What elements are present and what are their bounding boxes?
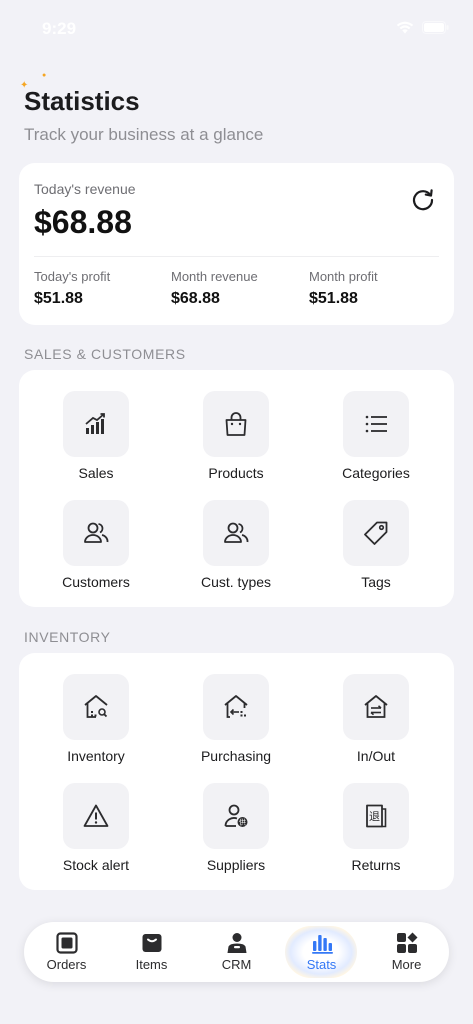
sparkle-icon: ●: [42, 72, 47, 79]
status-icons: [396, 21, 449, 34]
supplier-icon: 供: [224, 804, 248, 827]
tile-in-out[interactable]: In/Out: [306, 674, 446, 774]
tile-icon-box: [203, 391, 269, 457]
tile-icon-box: 供: [203, 783, 269, 849]
metric-label: Month revenue: [171, 269, 258, 284]
tile-returns[interactable]: 退 Returns: [306, 783, 446, 883]
battery-icon: [422, 21, 449, 34]
page-subtitle: Track your business at a glance: [24, 125, 264, 144]
svg-text:退: 退: [369, 810, 380, 823]
more-icon: [397, 932, 418, 953]
people-icon: [84, 522, 109, 543]
tile-cust-types[interactable]: Cust. types: [166, 500, 306, 600]
list-icon: [365, 415, 387, 433]
tile-suppliers[interactable]: 供 Suppliers: [166, 783, 306, 883]
tile-stock-alert[interactable]: Stock alert: [26, 783, 166, 883]
tab-label: More: [391, 957, 422, 972]
tab-orders[interactable]: Orders: [24, 922, 109, 982]
metric-month-profit: Month profit $51.88: [309, 269, 378, 308]
metric-value: $68.88: [171, 290, 220, 307]
tag-icon: [364, 521, 388, 545]
tile-icon-box: [343, 674, 409, 740]
stats-icon: [312, 935, 333, 954]
sales-card: Sales Products Categories Customers Cust…: [19, 370, 454, 607]
tile-icon-box: [63, 500, 129, 566]
tile-label: Suppliers: [206, 857, 266, 873]
metric-label: Today's profit: [34, 269, 111, 284]
revenue-card: Today's revenue $68.88 Today's profit $5…: [19, 163, 454, 325]
tile-icon-box: [343, 391, 409, 457]
tile-label: Cust. types: [200, 574, 272, 590]
tile-sales[interactable]: Sales: [26, 391, 166, 491]
tile-label: In/Out: [356, 748, 396, 764]
tile-label: Tags: [361, 574, 391, 590]
divider: [34, 256, 439, 257]
tile-icon-box: [63, 391, 129, 457]
tab-more[interactable]: More: [364, 922, 449, 982]
orders-icon: [56, 932, 78, 954]
tile-label: Categories: [342, 465, 410, 481]
svg-text:供: 供: [239, 818, 246, 827]
tile-icon-box: [343, 500, 409, 566]
tab-crm[interactable]: CRM: [194, 922, 279, 982]
refresh-icon[interactable]: [410, 187, 436, 213]
section-header-sales: SALES & CUSTOMERS: [24, 346, 186, 362]
section-header-inventory: INVENTORY: [24, 629, 111, 645]
tile-inventory[interactable]: Inventory: [26, 674, 166, 774]
tab-label: Stats: [306, 957, 337, 972]
revenue-label: Today's revenue: [34, 181, 136, 197]
metric-label: Month profit: [309, 269, 378, 284]
warehouse-in-icon: [224, 695, 248, 718]
tile-icon-box: [63, 674, 129, 740]
tile-label: Stock alert: [62, 857, 130, 873]
tile-label: Customers: [62, 574, 130, 590]
warning-icon: [83, 804, 109, 827]
wifi-icon: [396, 21, 414, 34]
people-group-icon: [224, 522, 249, 543]
revenue-value: $68.88: [34, 204, 132, 240]
returns-icon: 退: [366, 804, 387, 828]
metric-value: $51.88: [309, 290, 358, 307]
tile-icon-box: [203, 500, 269, 566]
tab-items[interactable]: Items: [109, 922, 194, 982]
page-title: Statistics: [24, 86, 140, 116]
status-bar: 9:29: [0, 0, 473, 54]
tab-bar: Orders Items CRM Stats More: [24, 922, 449, 982]
tile-label: Inventory: [67, 748, 125, 764]
tile-purchasing[interactable]: Purchasing: [166, 674, 306, 774]
tile-label: Purchasing: [200, 748, 272, 764]
sales-chart-icon: [85, 413, 105, 434]
tab-label: CRM: [221, 957, 252, 972]
tile-categories[interactable]: Categories: [306, 391, 446, 491]
metric-value: $51.88: [34, 290, 83, 307]
tile-icon-box: 退: [343, 783, 409, 849]
tab-label: Items: [135, 957, 168, 972]
tile-tags[interactable]: Tags: [306, 500, 446, 600]
tile-customers[interactable]: Customers: [26, 500, 166, 600]
tab-stats[interactable]: Stats: [279, 922, 364, 982]
metric-month-revenue: Month revenue $68.88: [171, 269, 258, 308]
tile-label: Returns: [351, 857, 401, 873]
warehouse-search-icon: [84, 695, 108, 718]
tile-icon-box: [63, 783, 129, 849]
tile-label: Sales: [78, 465, 114, 481]
transfer-house-icon: [364, 695, 388, 718]
tile-icon-box: [203, 674, 269, 740]
shopping-bag-icon: [225, 412, 247, 436]
metric-today-profit: Today's profit $51.88: [34, 269, 110, 308]
tile-products[interactable]: Products: [166, 391, 306, 491]
tile-label: Products: [208, 465, 264, 481]
tab-label: Orders: [46, 957, 87, 972]
crm-icon: [227, 933, 247, 953]
items-icon: [142, 934, 162, 952]
inventory-card: Inventory Purchasing In/Out Stock alert …: [19, 653, 454, 890]
status-time: 9:29: [42, 19, 77, 38]
